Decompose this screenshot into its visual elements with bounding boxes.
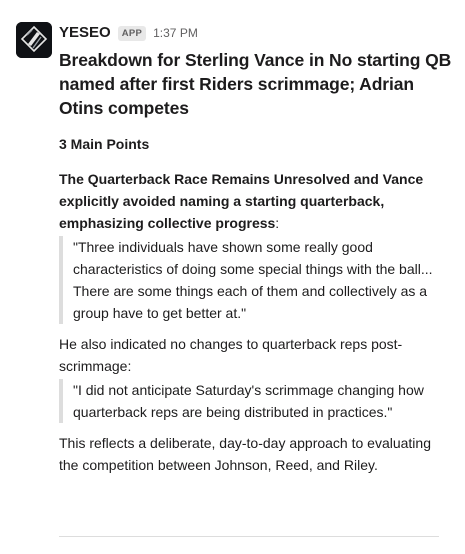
message-headline: Breakdown for Sterling Vance in No start…: [59, 50, 452, 118]
followup-paragraph: He also indicated no changes to quarterb…: [59, 336, 403, 374]
closing-paragraph: This reflects a deliberate, day-to-day a…: [59, 435, 431, 473]
chat-message: YESEO APP 1:37 PM Breakdown for Sterling…: [0, 0, 465, 554]
section-title: 3 Main Points: [59, 136, 150, 152]
avatar[interactable]: [16, 22, 52, 58]
app-badge: APP: [117, 25, 147, 41]
sender-name[interactable]: YESEO: [59, 22, 111, 44]
yeseo-logo-icon: [16, 22, 52, 58]
intro-paragraph: The Quarterback Race Remains Unresolved …: [59, 168, 454, 234]
blockquote-1: "Three individuals have shown some reall…: [59, 236, 454, 324]
message-content: YESEO APP 1:37 PM Breakdown for Sterling…: [59, 22, 454, 476]
divider: [59, 536, 439, 537]
intro-colon: :: [275, 215, 280, 231]
message-header: YESEO APP 1:37 PM: [59, 22, 454, 44]
intro-bold-text: The Quarterback Race Remains Unresolved …: [59, 171, 424, 231]
timestamp[interactable]: 1:37 PM: [153, 22, 198, 44]
blockquote-2: "I did not anticipate Saturday's scrimma…: [59, 379, 454, 423]
